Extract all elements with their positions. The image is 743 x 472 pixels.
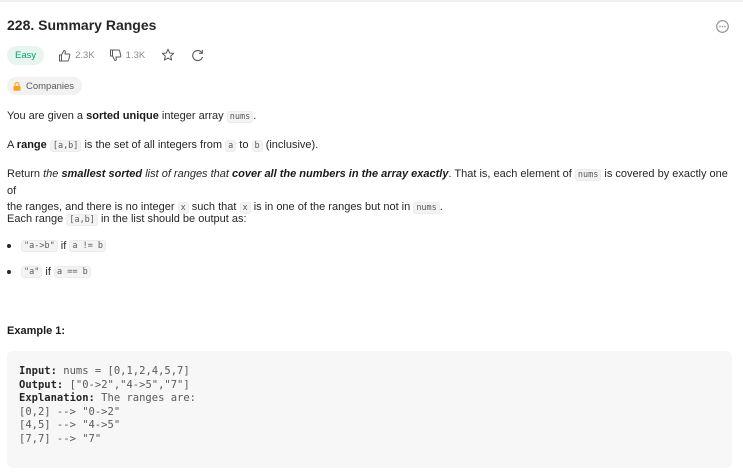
explanation-detail-line: [7,7] --> "7" (19, 432, 102, 445)
bold-text: range (16, 139, 47, 151)
explanation-label: Explanation: (19, 392, 95, 404)
text: in the list should be output as: (97, 213, 247, 225)
italic-text: the (43, 168, 62, 180)
text: A (7, 139, 17, 151)
inline-code: "a" (21, 266, 43, 278)
inline-code: a == b (53, 266, 91, 278)
companies-label: Companies (26, 80, 75, 92)
input-value: nums = [0,1,2,4,5,7] (56, 365, 190, 377)
thumbs-down-icon (109, 49, 122, 61)
dislike-count: 1.3K (125, 49, 146, 61)
companies-tag[interactable]: Companies (7, 77, 83, 95)
thumbs-up-icon (59, 49, 71, 61)
text: You are given a (7, 110, 87, 122)
input-label: Input: (19, 365, 57, 377)
bold-text: sorted unique (86, 110, 159, 122)
share-button[interactable] (191, 49, 204, 62)
inline-code: a (225, 140, 237, 152)
bullet-dot (7, 270, 11, 274)
bullet-dot (7, 244, 11, 248)
text: to (236, 139, 252, 151)
star-icon (162, 48, 175, 61)
lock-icon (13, 81, 21, 91)
text: . That is, each element of (448, 168, 575, 180)
description-paragraph-1: You are given a sorted unique integer ar… (7, 108, 256, 125)
explanation-value: The ranges are: (94, 392, 197, 404)
text: if (57, 240, 70, 252)
like-button[interactable]: 2.3K (58, 49, 95, 62)
inline-code: nums (226, 111, 254, 123)
inline-code: nums (413, 202, 440, 214)
output-label: Output: (19, 378, 64, 391)
example-output-line: Output: ["0->2","4->5","7"] (19, 379, 720, 393)
problem-title: 228. Summary Ranges (7, 17, 157, 33)
bold-italic-text: smallest sorted (61, 168, 143, 180)
text: is in one of the ranges but not in (250, 201, 414, 213)
description-paragraph-2: A range [a,b] is the set of all integers… (7, 137, 318, 154)
italic-text: list of ranges that (142, 168, 233, 180)
top-divider (0, 0, 743, 2)
inline-code: [a,b] (66, 214, 98, 226)
inline-code: b (251, 140, 263, 152)
text: . (253, 110, 257, 122)
description-paragraph-3: Return the smallest sorted list of range… (7, 166, 737, 216)
example-explanation-line: Explanation: The ranges are: (19, 392, 720, 406)
bold-italic-text: cover all the numbers in the array exact… (232, 168, 449, 180)
like-count: 2.3K (75, 49, 95, 61)
list-item: "a->b" if a != b (7, 240, 107, 252)
text: Return (7, 168, 44, 180)
text: if (42, 266, 54, 278)
description-paragraph-4: Each range [a,b] in the list should be o… (7, 211, 247, 228)
inline-code: "a->b" (21, 240, 58, 252)
output-value: ["0->2","4->5","7"] (63, 378, 190, 391)
explanation-detail-line: [0,2] --> "0->2" (19, 405, 121, 418)
more-options-icon[interactable] (716, 20, 729, 33)
inline-code: [a,b] (49, 140, 82, 152)
problem-meta-bar: Easy 2.3K 1.3K (7, 45, 204, 65)
example-input-line: Input: nums = [0,1,2,4,5,7] (19, 365, 720, 379)
example-title: Example 1: (7, 325, 66, 337)
text: is the set of all integers from (81, 139, 226, 151)
difficulty-badge: Easy (7, 45, 45, 65)
inline-code: nums (574, 169, 602, 181)
text: (inclusive). (262, 139, 319, 151)
favorite-button[interactable] (161, 48, 175, 62)
text: integer array (158, 110, 227, 122)
example-block: Input: nums = [0,1,2,4,5,7] Output: ["0-… (7, 351, 732, 468)
explanation-detail-line: [4,5] --> "4->5" (19, 419, 121, 431)
text: . (439, 201, 443, 213)
list-item: "a" if a == b (7, 266, 91, 278)
inline-code: a != b (69, 240, 107, 252)
text: Each range (7, 213, 67, 225)
share-icon (192, 49, 204, 61)
dislike-button[interactable]: 1.3K (109, 49, 146, 62)
